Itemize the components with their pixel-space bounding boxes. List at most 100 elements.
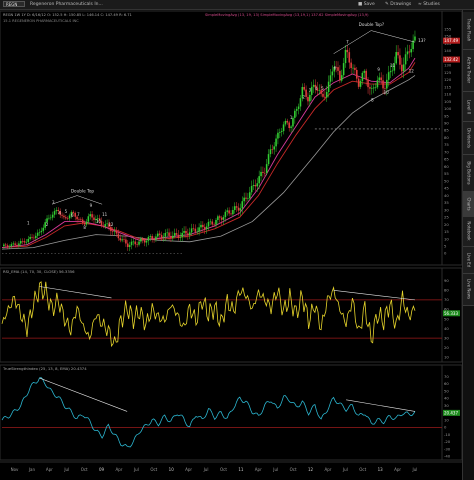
x-tick-label: Apr (324, 467, 331, 472)
candle-body (102, 225, 105, 227)
candle-body (344, 49, 347, 64)
candle-body (327, 81, 330, 93)
candle-body (110, 226, 112, 232)
candle-body (220, 217, 223, 220)
wave-label-2: 10 (384, 90, 390, 95)
x-tick-label: Jul (412, 467, 418, 472)
wave-label-2: 5 (321, 86, 324, 91)
candle-body (406, 51, 409, 55)
candle-body (179, 237, 182, 238)
candle-body (66, 218, 69, 219)
candle-body (402, 64, 405, 72)
y-tick-label-0: 55 (444, 171, 449, 176)
candle-body (188, 232, 191, 236)
candle-body (247, 198, 249, 199)
sidebar-tab-label: Active Trader (466, 57, 471, 84)
candle-body (134, 241, 137, 245)
candle-body (329, 75, 332, 82)
price-header: REGN 1W 1Y D: 6/16/12 O: 152.5 H: 150.85… (3, 13, 132, 17)
x-tick-label: Oct (359, 467, 366, 472)
sidebar-tab[interactable]: Live Ed (463, 246, 474, 274)
candle-body (185, 230, 187, 234)
candle-body (322, 93, 324, 97)
candle-body (200, 224, 202, 228)
candle-body (258, 176, 260, 184)
candle-body (143, 240, 146, 243)
save-button[interactable]: ■ Save (358, 0, 375, 9)
candle-body (80, 219, 82, 220)
y-tick-label-2: -30 (444, 446, 451, 451)
double-top-label-1: Double Top (71, 189, 95, 194)
candle-body (198, 227, 200, 232)
candle-body (63, 215, 65, 218)
sidebar-tab[interactable]: Trade Flash (463, 12, 474, 50)
wave-label-2: 12 (409, 69, 415, 74)
sidebar-tab[interactable]: Big Buttons (463, 154, 474, 193)
y-tick-label-1: 90 (444, 278, 449, 283)
sidebar-tab[interactable]: Live News (463, 273, 474, 307)
sidebar-tab[interactable]: Level II (463, 92, 474, 123)
candle-body (151, 236, 153, 239)
candle-body (25, 241, 28, 243)
candle-body (260, 171, 262, 177)
x-tick-label: Jul (133, 467, 139, 472)
candle-body (230, 213, 232, 215)
sidebar-tab[interactable]: Active Trader (463, 49, 474, 93)
wave-label-2: 6 (334, 66, 337, 71)
candle-body (166, 232, 168, 234)
sidebar-tab[interactable]: Dividends (463, 122, 474, 155)
candle-body (265, 164, 268, 173)
wave-label-1: 6 (71, 213, 74, 218)
candle-body (211, 221, 214, 225)
candle-body (363, 70, 366, 73)
candle-body (76, 216, 78, 220)
candle-body (34, 235, 37, 239)
candle-body (147, 236, 150, 241)
y-tick-label-0: 120 (444, 77, 452, 82)
candle-body (248, 192, 251, 199)
studies-button[interactable]: ≈ Studies (418, 0, 440, 9)
candle-body (337, 67, 339, 71)
candle-body (104, 224, 107, 227)
y-tick-label-0: 35 (444, 200, 449, 205)
last-price-badge: 147.49 (444, 38, 458, 43)
y-tick-label-0: 15 (444, 229, 449, 234)
chart-area[interactable]: REGN 1W 1Y D: 6/16/12 O: 152.5 H: 150.85… (0, 10, 463, 480)
x-tick-label: Oct (150, 467, 157, 472)
candle-body (51, 214, 54, 218)
y-tick-label-0: 115 (444, 84, 452, 89)
drawings-button[interactable]: ✎ Drawings (385, 0, 411, 9)
candle-body (361, 72, 364, 81)
candle-body (241, 201, 244, 209)
y-tick-label-2: 60 (444, 381, 449, 386)
candle-body (215, 219, 217, 225)
rsi-header: RSI_EMA (14, 70, 30, CLOSE) 56.3356 (3, 269, 75, 274)
candle-body (252, 185, 255, 186)
symbol-input[interactable]: REGN (3, 1, 25, 7)
candle-body (155, 236, 157, 240)
panel-frame-0 (0, 10, 463, 266)
candle-body (286, 120, 289, 123)
y-tick-label-2: 50 (444, 388, 449, 393)
candle-body (222, 217, 225, 220)
sidebar-tab[interactable]: Charts (463, 192, 474, 217)
candle-body (339, 70, 341, 81)
y-tick-label-0: 130 (444, 63, 452, 68)
candle-body (342, 63, 345, 76)
y-tick-label-1: 10 (444, 355, 449, 360)
sidebar-tab[interactable]: Notebook (463, 216, 474, 247)
candle-body (89, 214, 92, 217)
candle-body (309, 94, 311, 102)
y-tick-label-1: 20 (444, 345, 449, 350)
double-top-label-2: Double Top? (359, 22, 384, 27)
candle-body (78, 219, 80, 220)
y-tick-label-0: 65 (444, 157, 449, 162)
candle-body (307, 96, 309, 102)
candle-body (243, 197, 245, 202)
candle-body (370, 88, 373, 89)
candle-body (136, 244, 138, 245)
tsi-header: TrueStrengthIndex (25, 13, 8, EMA) 20.43… (2, 366, 87, 371)
y-tick-label-0: 10 (444, 236, 449, 241)
y-tick-label-0: 75 (444, 142, 449, 147)
y-tick-label-0: 30 (444, 207, 449, 212)
